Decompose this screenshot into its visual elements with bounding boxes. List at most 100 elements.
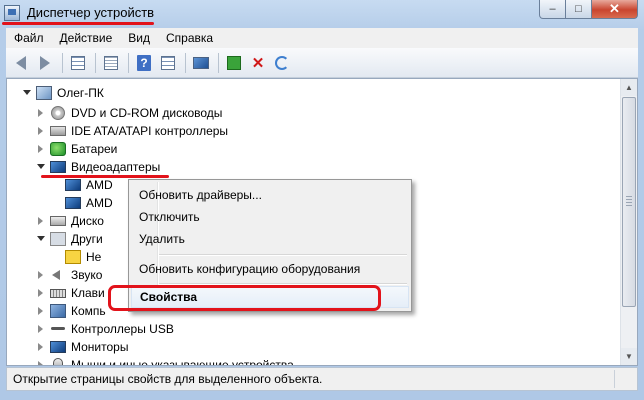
collapse-arrow-icon[interactable] <box>37 235 45 243</box>
properties-icon <box>104 55 118 70</box>
tree-item-usb[interactable]: Контроллеры USB <box>37 319 174 339</box>
expand-arrow-icon[interactable] <box>37 343 45 351</box>
maximize-button[interactable]: □ <box>566 0 592 19</box>
context-menu-separator <box>159 254 407 256</box>
tree-item-label: IDE ATA/ATAPI контроллеры <box>71 124 229 138</box>
show-hide-tree-button[interactable] <box>67 52 89 74</box>
toolbar-separator <box>218 52 219 73</box>
tree-item-label: Батареи <box>71 142 118 156</box>
grip-icon <box>626 196 632 206</box>
scan-hardware-button[interactable] <box>271 52 293 74</box>
close-button[interactable]: ✕ <box>592 0 638 19</box>
minimize-button[interactable]: ‒ <box>539 0 566 19</box>
properties-red-highlight <box>108 285 381 311</box>
collapse-arrow-icon[interactable] <box>23 89 31 97</box>
status-text: Открытие страницы свойств для выделенног… <box>11 370 615 388</box>
scroll-up-arrow-icon[interactable]: ▲ <box>621 79 637 96</box>
menu-file[interactable]: Файл <box>6 31 52 45</box>
monitor-icon <box>193 56 209 69</box>
help-button[interactable]: ? <box>133 52 155 74</box>
collapse-arrow-icon[interactable] <box>37 163 45 171</box>
tree-item-batteries[interactable]: Батареи <box>37 139 117 159</box>
tree-item-other-devices[interactable]: Други <box>37 229 103 249</box>
expand-arrow-icon[interactable] <box>37 145 45 153</box>
expand-arrow-icon[interactable] <box>37 361 45 365</box>
disk-icon <box>50 216 66 226</box>
scroll-down-arrow-icon[interactable]: ▼ <box>621 348 637 365</box>
tree-item-display-adapters[interactable]: Видеоадаптеры <box>37 157 160 177</box>
update-driver-button[interactable] <box>223 52 245 74</box>
back-button[interactable] <box>10 52 32 74</box>
sound-icon <box>50 268 66 282</box>
tree-item-label: Видеоадаптеры <box>71 160 161 174</box>
vertical-scrollbar[interactable]: ▲ ▼ <box>620 79 637 365</box>
tree-item-label: DVD и CD-ROM дисководы <box>71 106 223 120</box>
toolbar-separator <box>62 52 63 73</box>
tree-item-monitors[interactable]: Мониторы <box>37 337 128 357</box>
scrollbar-thumb[interactable] <box>622 97 636 307</box>
dvd-icon <box>51 106 65 120</box>
tree-item-dvd[interactable]: DVD и CD-ROM дисководы <box>37 103 222 123</box>
tree-root[interactable]: Олег-ПК <box>23 83 104 103</box>
other-devices-icon <box>50 232 66 246</box>
warning-device-icon <box>65 250 81 264</box>
uninstall-button[interactable]: ✕ <box>247 52 269 74</box>
toolbar-separator <box>95 52 96 73</box>
tree-item-sound[interactable]: Звуко <box>37 265 102 285</box>
tree-item-keyboards[interactable]: Клави <box>37 283 105 303</box>
forward-icon <box>40 55 50 70</box>
toolbar: ? ✕ <box>6 48 638 78</box>
expand-arrow-icon[interactable] <box>37 109 45 117</box>
properties-button[interactable] <box>100 52 122 74</box>
tree-item-adapter-2[interactable]: AMD <box>65 193 113 213</box>
menu-help[interactable]: Справка <box>158 31 221 45</box>
tree-root-label: Олег-ПК <box>57 86 104 100</box>
title-bar[interactable]: Диспетчер устройств ‒ □ ✕ <box>0 0 644 28</box>
device-manager-app-icon <box>4 5 20 21</box>
tree-item-label: AMD <box>86 178 113 192</box>
tree-item-label: Не <box>86 250 102 264</box>
uninstall-icon: ✕ <box>251 54 265 72</box>
forward-button[interactable] <box>34 52 56 74</box>
expand-arrow-icon[interactable] <box>37 217 45 225</box>
show-hide-tree-icon <box>71 55 85 70</box>
tree-item-label: AMD <box>86 196 113 210</box>
menu-item-scan-hardware[interactable]: Обновить конфигурацию оборудования <box>131 258 409 280</box>
tree-item-ide[interactable]: IDE ATA/ATAPI контроллеры <box>37 121 228 141</box>
monitor-icon <box>50 341 66 353</box>
tree-item-unknown-device[interactable]: Не <box>65 247 101 267</box>
expand-arrow-icon[interactable] <box>37 271 45 279</box>
toolbar-separator <box>128 52 129 73</box>
update-driver-icon <box>227 55 241 70</box>
tree-item-label: Диско <box>71 214 104 228</box>
scan-hardware-icon <box>275 55 289 70</box>
menu-item-uninstall[interactable]: Удалить <box>131 228 409 250</box>
view-button[interactable] <box>157 52 179 74</box>
monitor-button[interactable] <box>190 52 212 74</box>
display-adapter-icon <box>65 179 81 191</box>
tree-item-label: Звуко <box>71 268 103 282</box>
expand-arrow-icon[interactable] <box>37 307 45 315</box>
tree-item-computer[interactable]: Компь <box>37 301 106 321</box>
tree-item-adapter-1[interactable]: AMD <box>65 175 113 195</box>
resize-grip-icon[interactable] <box>615 370 637 388</box>
device-manager-window: Диспетчер устройств ‒ □ ✕ Файл Действие … <box>0 0 644 400</box>
menu-bar: Файл Действие Вид Справка <box>6 28 638 48</box>
menu-action[interactable]: Действие <box>52 31 121 45</box>
window-title: Диспетчер устройств <box>27 5 155 20</box>
menu-item-disable[interactable]: Отключить <box>131 206 409 228</box>
menu-item-update-drivers[interactable]: Обновить драйверы... <box>131 184 409 206</box>
status-bar: Открытие страницы свойств для выделенног… <box>6 367 638 391</box>
tree-item-label: Мониторы <box>71 340 129 354</box>
expand-arrow-icon[interactable] <box>37 289 45 297</box>
tree-item-label: Клави <box>71 286 105 300</box>
window-controls: ‒ □ ✕ <box>539 0 638 20</box>
expand-arrow-icon[interactable] <box>37 325 45 333</box>
toolbar-separator <box>185 52 186 73</box>
display-adapter-icon <box>65 197 81 209</box>
expand-arrow-icon[interactable] <box>37 127 45 135</box>
menu-view[interactable]: Вид <box>120 31 158 45</box>
tree-item-mice[interactable]: Мыши и иные указывающие устройства <box>37 355 294 365</box>
tree-item-disk-drives[interactable]: Диско <box>37 211 104 231</box>
tree-item-label: Контроллеры USB <box>71 322 174 336</box>
